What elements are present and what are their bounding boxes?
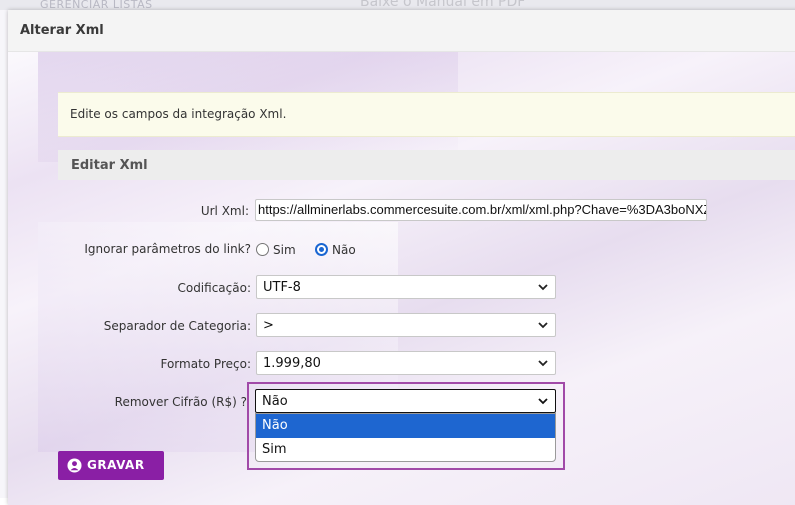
option-sim[interactable]: Sim	[256, 438, 555, 462]
remove-currency-label: Remover Cifrão (R$) ?	[114, 395, 247, 409]
url-xml-input[interactable]: https://allminerlabs.commercesuite.com.b…	[255, 199, 707, 221]
remove-currency-options: Não Sim	[255, 413, 556, 462]
price-format-select[interactable]: 1.999,80	[256, 351, 556, 375]
encoding-value: UTF-8	[263, 280, 301, 295]
modal-header: Alterar Xml	[8, 10, 795, 52]
remove-currency-value: Não	[262, 394, 288, 409]
background-manual-link: Baixe o Manual em PDF	[360, 0, 526, 10]
chevron-down-icon	[538, 322, 548, 329]
gravar-label: GRAVAR	[87, 458, 145, 472]
category-separator-select[interactable]: >	[256, 313, 556, 337]
option-sim-label: Sim	[262, 442, 287, 457]
ignore-params-label: Ignorar parâmetros do link?	[84, 242, 251, 256]
info-message: Edite os campos da integração Xml.	[70, 107, 287, 121]
price-format-value: 1.999,80	[263, 356, 321, 371]
category-separator-label: Separador de Categoria:	[103, 319, 251, 333]
option-nao-label: Não	[262, 418, 288, 433]
ignore-params-sim-label: Sim	[273, 243, 296, 257]
ignore-params-sim-radio[interactable]	[256, 243, 269, 256]
user-icon	[67, 458, 82, 473]
ignore-params-nao-radio[interactable]	[315, 243, 328, 256]
encoding-select[interactable]: UTF-8	[256, 275, 556, 299]
ignore-params-nao-label: Não	[332, 243, 356, 257]
price-format-label: Formato Preço:	[160, 357, 251, 371]
gravar-button[interactable]: GRAVAR	[58, 451, 164, 480]
url-label: Url Xml:	[200, 204, 249, 218]
section-title: Editar Xml	[71, 158, 148, 173]
encoding-label: Codificação:	[177, 281, 251, 295]
option-nao[interactable]: Não	[256, 414, 555, 438]
chevron-down-icon	[538, 360, 548, 367]
chevron-down-icon	[538, 284, 548, 291]
chevron-down-icon	[538, 398, 548, 405]
category-separator-value: >	[263, 318, 274, 333]
info-message-box: Edite os campos da integração Xml.	[58, 92, 795, 137]
section-header: Editar Xml	[58, 150, 795, 180]
modal-title: Alterar Xml	[20, 23, 104, 38]
remove-currency-select[interactable]: Não	[255, 389, 556, 413]
